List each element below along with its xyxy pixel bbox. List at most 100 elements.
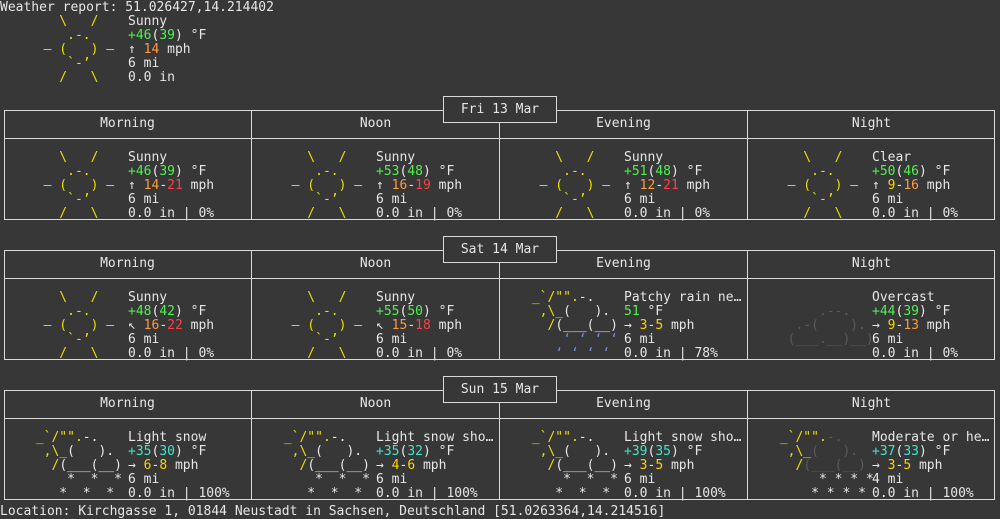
period-feels: 48 <box>407 164 423 179</box>
period-precip: 0.0 in | 100% <box>128 486 230 501</box>
period-feels: 39 <box>159 164 175 179</box>
period-precip: 0.0 in | 0% <box>872 206 959 221</box>
period-temp: +37 <box>872 444 896 459</box>
current-condition: Sunny <box>128 14 168 29</box>
period-wind-low: 3 <box>639 458 648 473</box>
period-wind-direction: → <box>624 318 632 333</box>
header-coords: 51.026427,14.214402 <box>125 0 274 15</box>
rain-icon: _`/"".-. ,\_( ). /(___(__) ‘ ‘ ‘ ‘ ‘ ‘ ‘… <box>524 290 618 361</box>
period-visibility: 6 mi <box>128 472 160 487</box>
period-condition: Sunny <box>376 291 416 305</box>
period-info: Light snow sho… +39(35) °F → 3-5 mph 6 m… <box>624 431 742 501</box>
period-wind-direction: → <box>128 458 136 473</box>
sun-icon: \ / .-. ― ( ) ― `-’ / \ <box>787 150 859 221</box>
forecast-day: Sun 15 Mar Morning _`/"".-. ,\_( ). /(___… <box>4 372 995 501</box>
period-visibility: 6 mi <box>376 332 408 347</box>
period-wind-direction: ↑ <box>376 178 384 193</box>
period-temp: +50 <box>872 164 896 179</box>
period-wind-high: 6 <box>407 458 416 473</box>
period-condition: Patchy rain ne… <box>624 291 742 305</box>
period-condition: Light snow sho… <box>376 431 494 445</box>
period-title: Night <box>851 116 892 131</box>
period-temp: +35 <box>376 444 400 459</box>
sun-icon: \ / .-. ― ( ) ― `-’ / \ <box>43 150 115 221</box>
period-feels: 42 <box>159 304 175 319</box>
period-precip: 0.0 in | 0% <box>376 346 463 361</box>
period-condition: Moderate or he… <box>872 431 990 445</box>
period-temp: +53 <box>376 164 400 179</box>
period-temp: +55 <box>376 304 400 319</box>
period-wind-direction: → <box>376 458 384 473</box>
period-info: Patchy rain ne… 51 °F → 3-5 mph 6 mi 0.0… <box>624 291 742 361</box>
period-title: Morning <box>100 256 155 271</box>
period-wind-direction: ↑ <box>128 178 136 193</box>
footer-coords: [51.0263364,14.214516] <box>493 504 666 519</box>
period-wind-high: 16 <box>903 178 919 193</box>
period-wind-high: 22 <box>167 318 183 333</box>
location-footer: Location: Kirchgasse 1, 01844 Neustadt i… <box>0 505 665 519</box>
period-wind-high: 8 <box>159 458 168 473</box>
period-feels: 46 <box>903 164 919 179</box>
period-visibility: 6 mi <box>624 192 656 207</box>
current-wind: 14 <box>143 42 160 57</box>
day-date: Fri 13 Mar <box>443 96 557 123</box>
period-temp: +39 <box>624 444 648 459</box>
period-condition: Sunny <box>624 151 664 165</box>
period-visibility: 6 mi <box>376 472 408 487</box>
period-wind-high: 18 <box>415 318 431 333</box>
period-condition: Light snow <box>128 431 207 445</box>
period-precip: 0.0 in | 100% <box>872 486 974 501</box>
period-visibility: 6 mi <box>872 332 904 347</box>
cloud-icon: .--. .-( ). (___.__)__) <box>787 304 874 347</box>
period-wind-low: 15 <box>391 318 408 333</box>
period-feels: 48 <box>655 164 671 179</box>
period-condition: Sunny <box>128 151 168 165</box>
period-info: Sunny +55(50) °F ↖ 15-18 mph 6 mi 0.0 in… <box>376 291 463 361</box>
sun-icon: \ / .-. ― ( ) ― `-’ / \ <box>291 150 363 221</box>
period-temp: 51 <box>624 304 640 319</box>
period-wind-high: 5 <box>655 458 664 473</box>
period-wind-high: 21 <box>167 178 183 193</box>
period-visibility: 6 mi <box>128 192 160 207</box>
period-visibility: 6 mi <box>376 192 408 207</box>
report-header: Weather report: 51.026427,14.214402 <box>0 1 274 15</box>
period-info: Clear +50(46) °F ↑ 9-16 mph 6 mi 0.0 in … <box>872 151 959 221</box>
period-wind-direction: → <box>624 458 632 473</box>
period-visibility: 6 mi <box>872 192 904 207</box>
period-temp: +35 <box>128 444 152 459</box>
day-date: Sat 14 Mar <box>443 236 557 263</box>
period-temp: +44 <box>872 304 896 319</box>
period-wind-low: 3 <box>639 318 648 333</box>
heavy-snow-icon: _`/"".-. ,\_( ). /(___(__) * * * * * * *… <box>772 430 874 501</box>
period-wind-low: 9 <box>887 178 896 193</box>
period-info: Overcast +44(39) °F → 9-13 mph 6 mi 0.0 … <box>872 291 959 361</box>
period-wind-low: 16 <box>143 318 160 333</box>
snow-icon: _`/"".-. ,\_( ). /(___(__) * * * * * * <box>276 430 370 501</box>
period-info: Sunny +51(48) °F ↑ 12-21 mph 6 mi 0.0 in… <box>624 151 711 221</box>
footer-label: Location: <box>0 504 79 519</box>
period-wind-low: 3 <box>887 458 896 473</box>
period-wind-direction: ↑ <box>872 178 880 193</box>
period-title: Morning <box>100 116 155 131</box>
period-visibility: 6 mi <box>128 332 160 347</box>
period-title: Night <box>851 256 892 271</box>
current-weather: \ / .-. ― ( ) ― `-’ / \ Sunny +46(39) °F… <box>0 15 400 85</box>
period-feels: 39 <box>903 304 919 319</box>
period-precip: 0.0 in | 0% <box>376 206 463 221</box>
period-wind-low: 12 <box>639 178 656 193</box>
period-wind-direction: ↑ <box>624 178 632 193</box>
period-visibility: 6 mi <box>624 472 656 487</box>
period-info: Sunny +48(42) °F ↖ 16-22 mph 6 mi 0.0 in… <box>128 291 215 361</box>
header-label: Weather report: <box>0 0 126 15</box>
period-info: Sunny +46(39) °F ↑ 14-21 mph 6 mi 0.0 in… <box>128 151 215 221</box>
current-temp-unit: °F <box>182 28 207 43</box>
sun-icon: \ / .-. ― ( ) ― `-’ / \ <box>291 290 363 361</box>
snow-icon: _`/"".-. ,\_( ). /(___(__) * * * * * * <box>28 430 122 501</box>
current-precip: 0.0 in <box>128 70 175 85</box>
current-wind-direction: ↑ <box>128 42 136 57</box>
period-wind-low: 4 <box>391 458 400 473</box>
period-wind-direction: ↖ <box>376 318 384 333</box>
period-visibility: 6 mi <box>624 332 656 347</box>
current-feels: 39 <box>159 28 175 43</box>
period-feels: 32 <box>407 444 423 459</box>
